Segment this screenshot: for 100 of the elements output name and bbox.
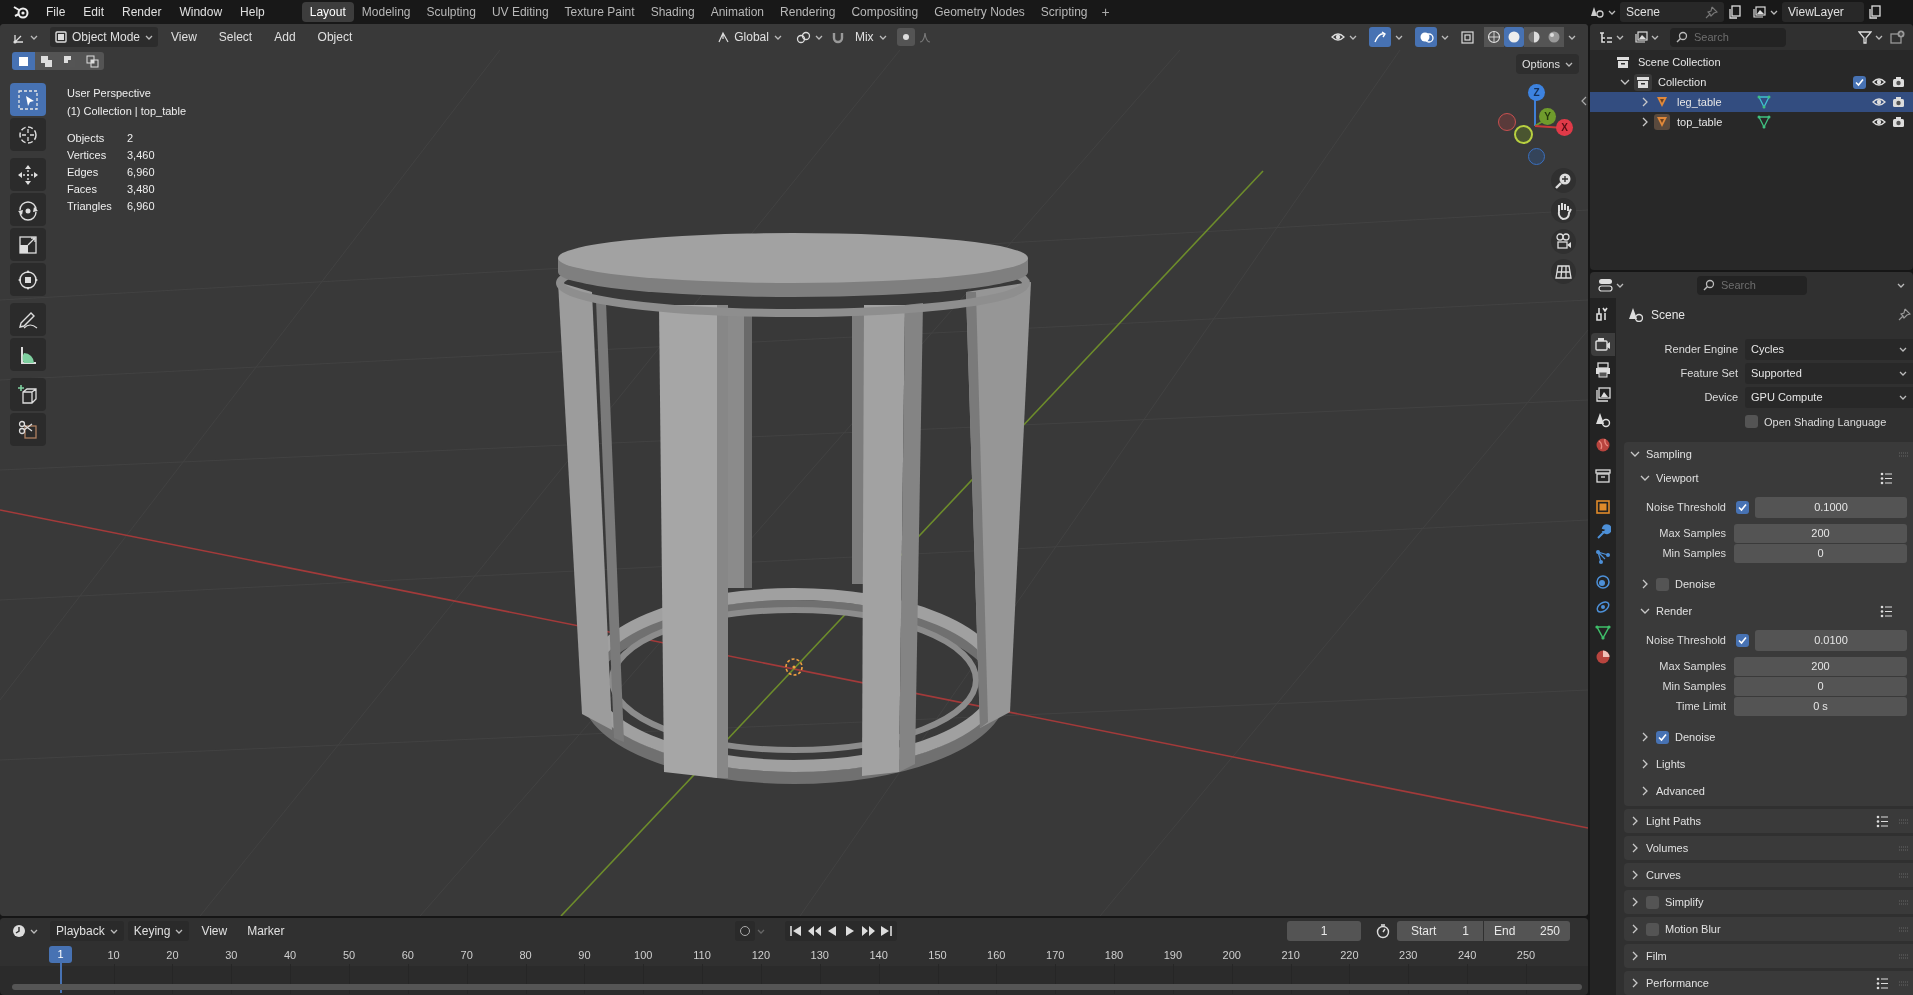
caret-icon[interactable] xyxy=(1616,33,1624,41)
copy-icon[interactable] xyxy=(1868,5,1882,19)
tool-button[interactable] xyxy=(10,338,46,371)
number-field[interactable]: 0 xyxy=(1734,676,1907,696)
number-field[interactable]: 0.0100 xyxy=(1755,629,1907,651)
tool-button[interactable] xyxy=(10,118,46,151)
overlay-toggle[interactable] xyxy=(1415,27,1437,47)
caret-icon[interactable] xyxy=(1616,281,1624,289)
eye-icon[interactable] xyxy=(1872,96,1886,108)
list-icon[interactable] xyxy=(1876,814,1889,828)
chevron-icon[interactable] xyxy=(1630,870,1640,880)
tool-button[interactable] xyxy=(10,378,46,411)
checkbox[interactable] xyxy=(1656,577,1669,591)
checkbox[interactable] xyxy=(1646,922,1659,936)
panel-header[interactable]: Light Paths xyxy=(1624,809,1913,833)
caret-icon[interactable] xyxy=(878,33,887,41)
dropdown[interactable]: Cycles xyxy=(1745,338,1913,360)
caret-icon[interactable] xyxy=(1564,60,1573,68)
tool-button[interactable] xyxy=(10,193,46,226)
caret-icon[interactable] xyxy=(1349,33,1357,41)
chevron-icon[interactable] xyxy=(1640,473,1650,483)
menu-item[interactable]: Edit xyxy=(74,3,114,21)
panel-header[interactable]: Motion Blur xyxy=(1624,917,1913,941)
jump-end-icon[interactable] xyxy=(878,924,893,938)
viewport[interactable]: Object Mode View Select Add Object Global Mix User Perspective (1) Collection | top_table Objects 2 Vertices 3,460 Edges 6,960 Faces 3,480 Triangles 6,960 Options Z Y X xyxy=(0,24,1588,916)
image-stack-icon[interactable] xyxy=(1634,30,1648,44)
menu-item[interactable]: Window xyxy=(170,3,232,21)
checkbox[interactable] xyxy=(1646,895,1659,909)
playhead-badge[interactable]: 1 xyxy=(49,946,72,963)
tool-button[interactable] xyxy=(10,413,46,446)
origin-marker-icon[interactable] xyxy=(785,658,803,676)
chevron-icon[interactable] xyxy=(1640,579,1650,589)
chevron-icon[interactable] xyxy=(1630,951,1640,961)
view-layer-field[interactable]: ViewLayer xyxy=(1782,2,1864,22)
menu-dropdown[interactable]: Playback xyxy=(50,921,124,941)
chevron-icon[interactable] xyxy=(1630,978,1640,988)
number-field[interactable]: 0.1000 xyxy=(1755,496,1907,518)
checkbox[interactable] xyxy=(1736,633,1749,647)
caret-icon[interactable] xyxy=(1568,33,1576,41)
chevron-icon[interactable] xyxy=(1640,117,1650,127)
chevron-icon[interactable] xyxy=(1640,606,1650,616)
menu-item[interactable]: View xyxy=(193,922,236,940)
panel-header[interactable]: Lights xyxy=(1624,752,1913,776)
stopwatch-icon[interactable] xyxy=(1375,923,1391,939)
checkbox[interactable] xyxy=(1656,730,1669,744)
caret-icon[interactable] xyxy=(1608,8,1616,16)
caret-icon[interactable] xyxy=(1875,33,1883,41)
selection-mode-button[interactable] xyxy=(35,52,58,70)
caret-icon[interactable] xyxy=(30,33,38,41)
number-field[interactable]: 200 xyxy=(1734,656,1907,676)
record-button[interactable] xyxy=(734,921,755,941)
chevron-icon[interactable] xyxy=(1630,816,1640,826)
add-workspace-button[interactable]: + xyxy=(1095,1,1116,23)
camera-icon[interactable] xyxy=(1892,116,1905,128)
new-collection-icon[interactable] xyxy=(1890,30,1905,44)
list-icon[interactable] xyxy=(1880,471,1893,485)
caret-icon[interactable] xyxy=(1651,33,1659,41)
panel-header[interactable]: Film xyxy=(1624,944,1913,968)
caret-icon[interactable] xyxy=(1897,281,1905,289)
scene-field[interactable]: Scene xyxy=(1620,2,1724,22)
checkbox[interactable] xyxy=(1736,500,1749,514)
caret-icon[interactable] xyxy=(109,927,118,935)
table-model-drawing[interactable] xyxy=(556,233,1031,784)
panel-header[interactable]: Curves xyxy=(1624,863,1913,887)
outliner-row[interactable]: Scene Collection xyxy=(1590,52,1913,72)
panel-header[interactable]: Advanced xyxy=(1624,779,1913,803)
magnet-icon[interactable] xyxy=(830,30,845,44)
number-field[interactable]: 200 xyxy=(1734,523,1907,543)
number-field[interactable]: 0 xyxy=(1734,543,1907,563)
caret-icon[interactable] xyxy=(30,927,38,935)
clock-icon[interactable] xyxy=(12,924,26,938)
panel-header[interactable]: Sampling xyxy=(1624,442,1913,466)
camera-icon[interactable] xyxy=(1892,76,1905,88)
menu-item[interactable]: Select xyxy=(209,28,262,46)
cone-sphere-icon[interactable] xyxy=(1590,5,1604,19)
previous-keyframe-icon[interactable] xyxy=(806,924,821,938)
scrollbar[interactable] xyxy=(12,984,1582,990)
chevron-icon[interactable] xyxy=(1630,897,1640,907)
dropdown[interactable]: GPU Compute xyxy=(1745,387,1913,409)
tool-button[interactable] xyxy=(10,303,46,336)
workspace-tab[interactable]: Scripting xyxy=(1032,2,1096,22)
tree-list-icon[interactable] xyxy=(1598,30,1613,44)
workspace-tab[interactable]: Animation xyxy=(702,2,773,22)
tool-button[interactable] xyxy=(10,228,46,261)
outliner-row[interactable]: leg_table xyxy=(1590,92,1913,112)
caret-icon[interactable] xyxy=(814,33,823,41)
caret-icon[interactable] xyxy=(175,927,184,935)
next-keyframe-icon[interactable] xyxy=(860,924,875,938)
menu-item[interactable]: Help xyxy=(231,3,274,21)
snap-dropdown[interactable]: Mix xyxy=(848,27,893,47)
checkbox[interactable] xyxy=(1853,75,1866,89)
outliner-row[interactable]: top_table xyxy=(1590,112,1913,132)
caret-icon[interactable] xyxy=(1395,33,1403,41)
panel-header[interactable]: Denoise xyxy=(1624,572,1913,596)
eye-icon[interactable] xyxy=(1872,76,1886,88)
panel-header[interactable]: Denoise xyxy=(1624,725,1913,749)
xray-icon[interactable] xyxy=(1461,30,1474,44)
properties-tab[interactable] xyxy=(1591,333,1615,356)
menu-item[interactable]: Render xyxy=(113,3,171,21)
selection-mode-button[interactable] xyxy=(81,52,104,70)
